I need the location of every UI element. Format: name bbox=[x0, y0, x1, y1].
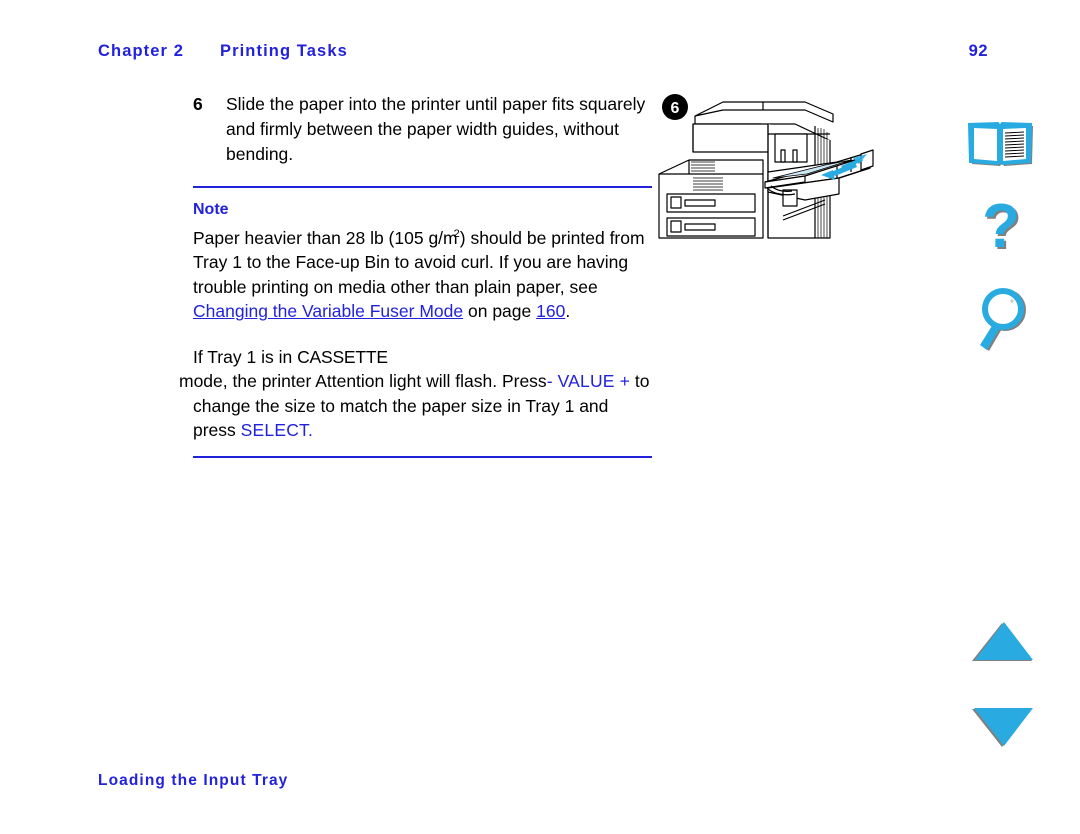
chapter-title: Printing Tasks bbox=[220, 42, 348, 60]
callout-badge-6: 6 bbox=[662, 94, 688, 120]
minus-key-label: - bbox=[546, 371, 553, 392]
note-p1-part4: . bbox=[565, 301, 571, 322]
page-header: Chapter 2 Printing Tasks 92 bbox=[98, 42, 988, 70]
plus-key-label: + bbox=[619, 371, 630, 392]
note-paragraph-2: If Tray 1 is in CASSETTE mode, the print… bbox=[179, 345, 652, 443]
divider-top bbox=[193, 186, 652, 188]
note-p1-part1: Paper heavier than 28 lb (105 g/m bbox=[193, 227, 458, 248]
question-mark-icon[interactable]: ? ? bbox=[970, 196, 1034, 268]
note-label: Note bbox=[193, 201, 229, 218]
list-item: 6 Slide the paper into the printer until… bbox=[193, 92, 658, 167]
divider-bottom bbox=[193, 455, 652, 458]
note-p2-part4: . bbox=[308, 420, 314, 441]
magnifier-icon[interactable] bbox=[970, 288, 1034, 354]
page-number: 92 bbox=[968, 42, 988, 60]
svg-text:?: ? bbox=[982, 196, 1020, 261]
link-changing-variable-fuser-mode[interactable]: Changing the Variable Fuser Mode bbox=[193, 301, 463, 321]
step-list: 6 Slide the paper into the printer until… bbox=[193, 92, 658, 167]
triangle-up-icon[interactable] bbox=[970, 620, 1034, 664]
printer-illustration: 6 bbox=[655, 88, 905, 240]
note-p2-part2: mode, the printer Attention light will f… bbox=[179, 371, 547, 392]
note-paragraph-1: Paper heavier than 28 lb (105 g/m2) shou… bbox=[193, 222, 652, 324]
footer-section-title: Loading the Input Tray bbox=[98, 772, 289, 789]
select-key-label: SELECT bbox=[240, 420, 308, 441]
link-page-160[interactable]: 160 bbox=[536, 301, 565, 321]
note-p2-part1: If Tray 1 is in bbox=[193, 346, 298, 367]
step-text: Slide the paper into the printer until p… bbox=[226, 94, 646, 164]
chapter-label: Chapter 2 bbox=[98, 42, 185, 60]
cassette-mode-label: CASSETTE bbox=[297, 346, 388, 367]
note-p1-part3: on page bbox=[463, 301, 537, 322]
value-key-label: VALUE bbox=[557, 371, 615, 392]
step-number: 6 bbox=[193, 94, 203, 114]
triangle-down-icon[interactable] bbox=[970, 706, 1034, 750]
book-icon[interactable] bbox=[966, 116, 1038, 172]
note-callout: Note Paper heavier than 28 lb (105 g/m2)… bbox=[179, 186, 652, 458]
svg-text:6: 6 bbox=[671, 100, 680, 117]
